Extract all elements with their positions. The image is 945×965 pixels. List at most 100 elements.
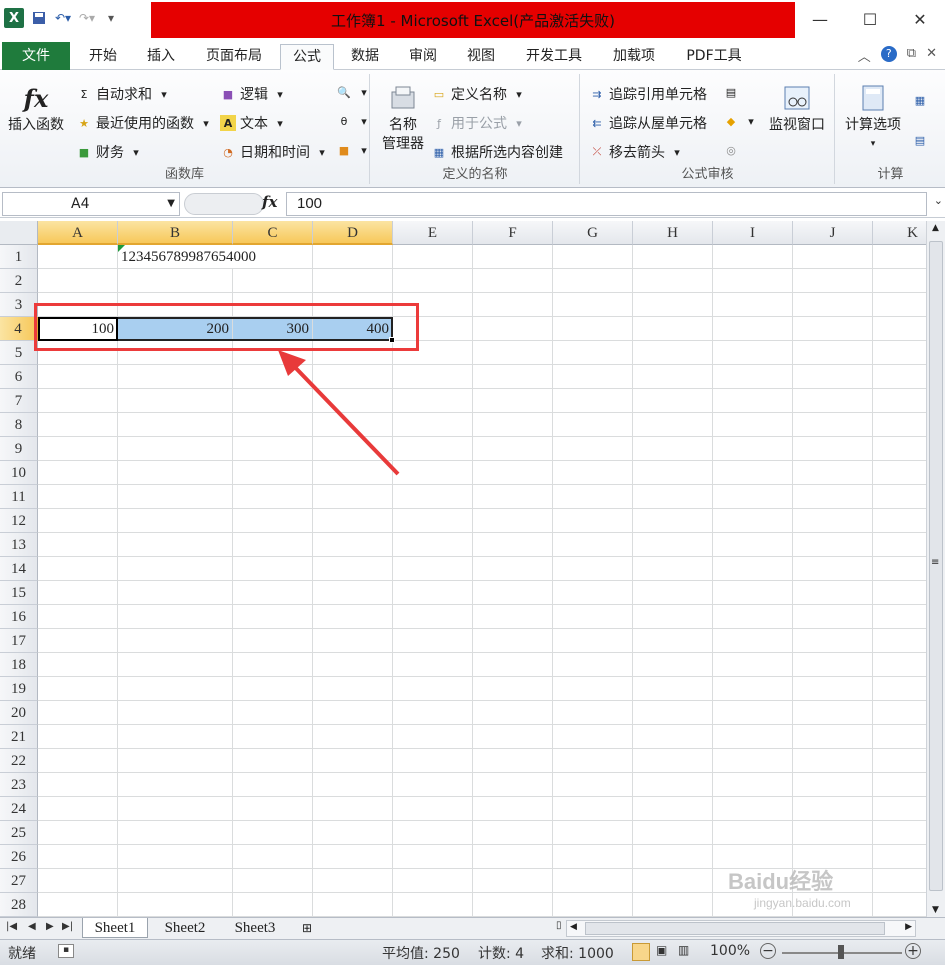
cell-g6[interactable] — [553, 365, 633, 389]
restore-window-icon[interactable]: ⧉ — [907, 46, 916, 65]
cell-h8[interactable] — [633, 413, 713, 437]
row-header-13[interactable]: 13 — [0, 533, 38, 557]
cell-e28[interactable] — [393, 893, 473, 917]
cell-f9[interactable] — [473, 437, 553, 461]
cell-d19[interactable] — [313, 677, 393, 701]
cell-e24[interactable] — [393, 797, 473, 821]
cell-b24[interactable] — [118, 797, 233, 821]
vertical-scrollbar[interactable]: ▲ ≡ ▼ — [926, 221, 945, 917]
column-header-j[interactable]: J — [793, 221, 873, 245]
cell-k18[interactable] — [873, 653, 926, 677]
cell-f26[interactable] — [473, 845, 553, 869]
cell-a13[interactable] — [38, 533, 118, 557]
row-header-12[interactable]: 12 — [0, 509, 38, 533]
zoom-level[interactable]: 100% — [710, 943, 750, 959]
row-header-28[interactable]: 28 — [0, 893, 38, 917]
cell-j11[interactable] — [793, 485, 873, 509]
row-header-20[interactable]: 20 — [0, 701, 38, 725]
cell-a22[interactable] — [38, 749, 118, 773]
cell-h22[interactable] — [633, 749, 713, 773]
cell-k24[interactable] — [873, 797, 926, 821]
cell-g7[interactable] — [553, 389, 633, 413]
cell-j7[interactable] — [793, 389, 873, 413]
cell-b16[interactable] — [118, 605, 233, 629]
more-functions-button[interactable]: ■ ▾ — [336, 142, 372, 158]
cell-j16[interactable] — [793, 605, 873, 629]
cell-b9[interactable] — [118, 437, 233, 461]
close-button[interactable]: ✕ — [895, 0, 945, 38]
cell-h14[interactable] — [633, 557, 713, 581]
maximize-button[interactable]: ☐ — [845, 0, 895, 38]
column-header-i[interactable]: I — [713, 221, 793, 245]
cell-d13[interactable] — [313, 533, 393, 557]
normal-view-icon[interactable] — [632, 943, 650, 961]
first-sheet-icon[interactable]: |◀ — [6, 921, 17, 932]
select-all-corner[interactable] — [0, 221, 38, 245]
cell-j17[interactable] — [793, 629, 873, 653]
cell-i19[interactable] — [713, 677, 793, 701]
show-formulas-button[interactable]: ▤ — [723, 84, 739, 100]
cell-i9[interactable] — [713, 437, 793, 461]
row-header-17[interactable]: 17 — [0, 629, 38, 653]
cell-b6[interactable] — [118, 365, 233, 389]
tab-review[interactable]: 审阅 — [396, 44, 450, 70]
cell-d22[interactable] — [313, 749, 393, 773]
logical-button[interactable]: ■ 逻辑 ▾ — [220, 84, 288, 104]
cell-h23[interactable] — [633, 773, 713, 797]
cell-a16[interactable] — [38, 605, 118, 629]
cell-j2[interactable] — [793, 269, 873, 293]
cell-e16[interactable] — [393, 605, 473, 629]
trace-precedents-button[interactable]: ⇉ 追踪引用单元格 — [589, 84, 707, 104]
zoom-in-icon[interactable]: + — [905, 943, 921, 959]
cell-e22[interactable] — [393, 749, 473, 773]
cell-c19[interactable] — [233, 677, 313, 701]
cell-k11[interactable] — [873, 485, 926, 509]
tab-insert[interactable]: 插入 — [134, 44, 188, 70]
cell-g11[interactable] — [553, 485, 633, 509]
cell-c11[interactable] — [233, 485, 313, 509]
minimize-ribbon-icon[interactable]: ︿ — [858, 46, 871, 65]
cell-b12[interactable] — [118, 509, 233, 533]
cell-h17[interactable] — [633, 629, 713, 653]
cell-d26[interactable] — [313, 845, 393, 869]
row-header-10[interactable]: 10 — [0, 461, 38, 485]
cell-h9[interactable] — [633, 437, 713, 461]
cell-e27[interactable] — [393, 869, 473, 893]
tab-view[interactable]: 视图 — [454, 44, 508, 70]
tab-developer[interactable]: 开发工具 — [512, 44, 596, 70]
cell-i4[interactable] — [713, 317, 793, 341]
cell-b26[interactable] — [118, 845, 233, 869]
cell-k27[interactable] — [873, 869, 926, 893]
cell-g9[interactable] — [553, 437, 633, 461]
text-button[interactable]: A 文本 ▾ — [220, 113, 288, 133]
cell-b23[interactable] — [118, 773, 233, 797]
cell-k20[interactable] — [873, 701, 926, 725]
cell-h4[interactable] — [633, 317, 713, 341]
row-header-22[interactable]: 22 — [0, 749, 38, 773]
cell-k14[interactable] — [873, 557, 926, 581]
cell-j6[interactable] — [793, 365, 873, 389]
row-header-19[interactable]: 19 — [0, 677, 38, 701]
insert-function-fx-icon[interactable]: fx — [262, 193, 277, 211]
cell-k22[interactable] — [873, 749, 926, 773]
cell-a8[interactable] — [38, 413, 118, 437]
cell-e23[interactable] — [393, 773, 473, 797]
last-sheet-icon[interactable]: ▶| — [62, 921, 73, 932]
row-header-6[interactable]: 6 — [0, 365, 38, 389]
close-workbook-icon[interactable]: ✕ — [926, 46, 937, 65]
cell-d23[interactable] — [313, 773, 393, 797]
cell-e25[interactable] — [393, 821, 473, 845]
cell-a20[interactable] — [38, 701, 118, 725]
cell-h11[interactable] — [633, 485, 713, 509]
cell-c2[interactable] — [233, 269, 313, 293]
cell-g5[interactable] — [553, 341, 633, 365]
cell-i11[interactable] — [713, 485, 793, 509]
cell-a6[interactable] — [38, 365, 118, 389]
cell-a7[interactable] — [38, 389, 118, 413]
cell-h20[interactable] — [633, 701, 713, 725]
tab-addins[interactable]: 加载项 — [600, 44, 668, 70]
cell-i3[interactable] — [713, 293, 793, 317]
cell-d17[interactable] — [313, 629, 393, 653]
cell-a1[interactable] — [38, 245, 118, 269]
row-header-25[interactable]: 25 — [0, 821, 38, 845]
